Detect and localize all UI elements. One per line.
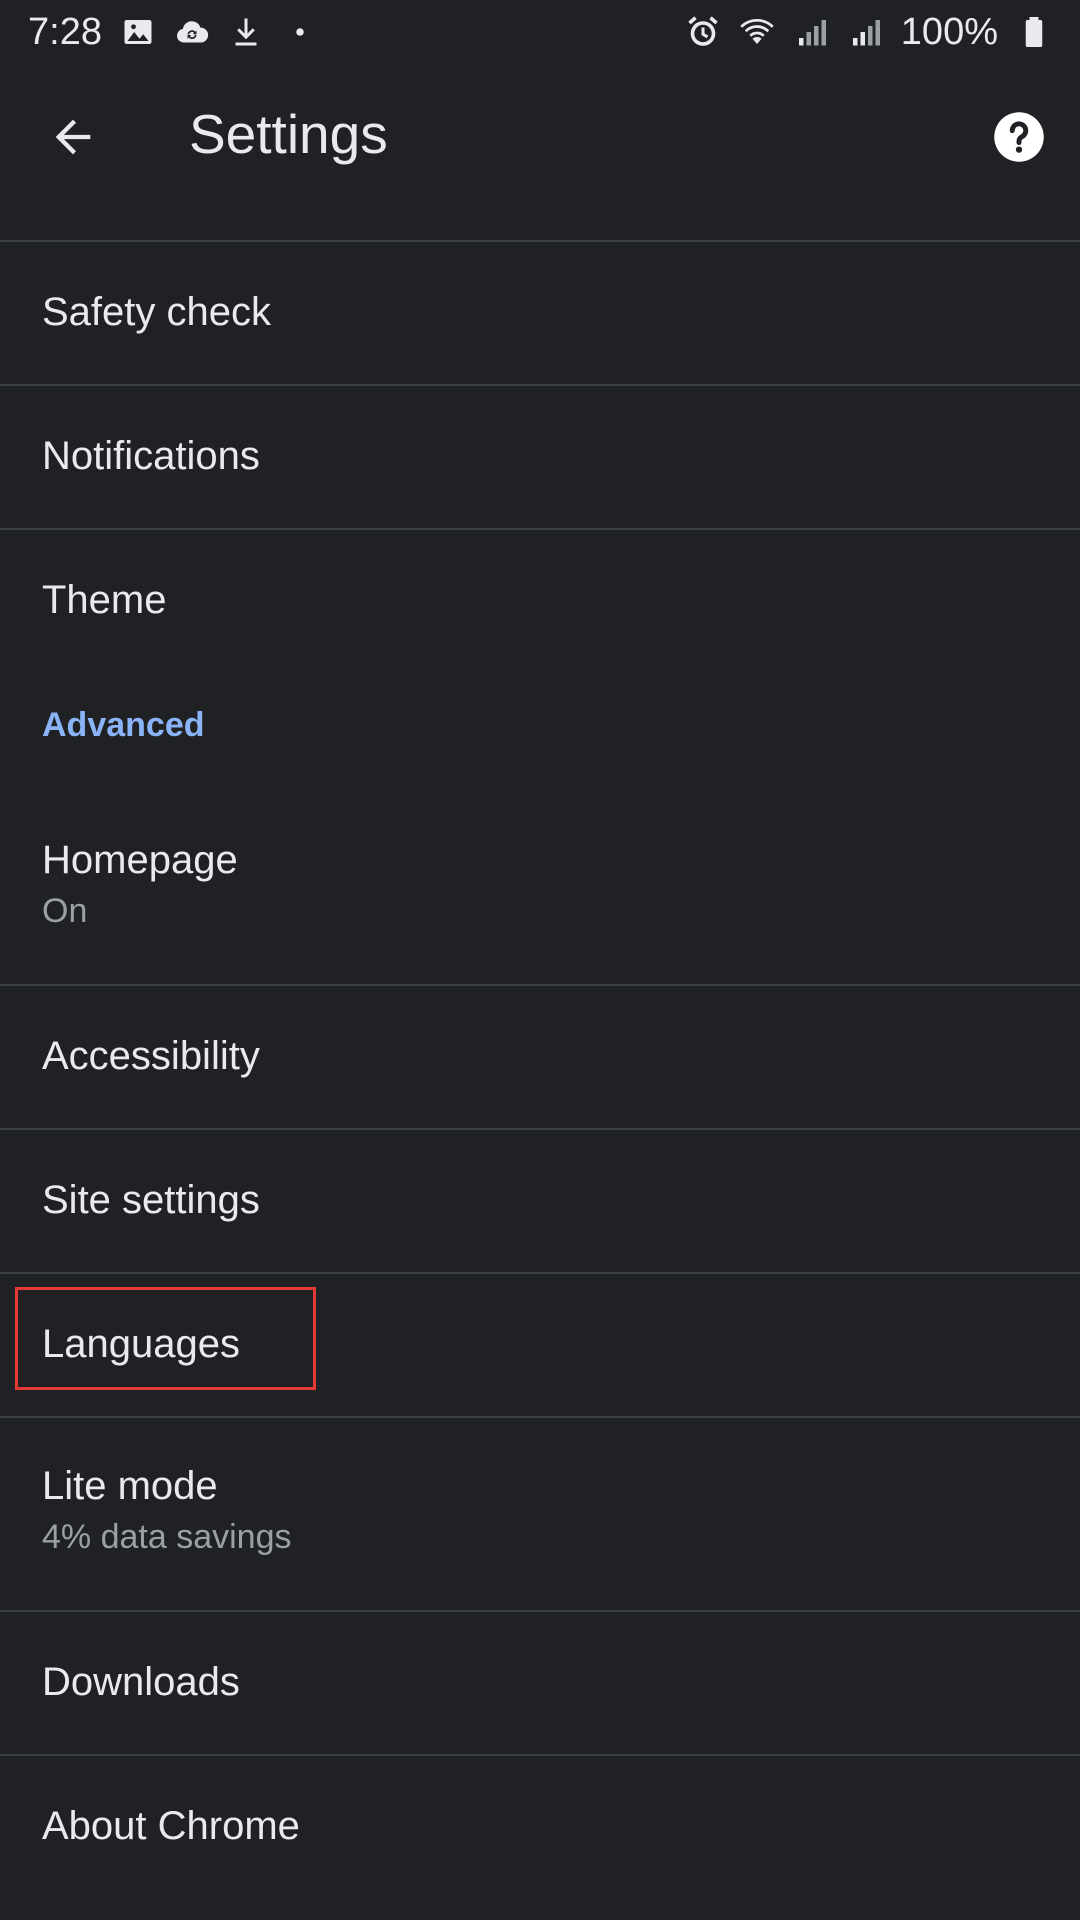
settings-item-label: Theme [42,578,167,622]
settings-item-notifications[interactable]: Notifications [0,386,1080,528]
settings-item-label: Safety check [42,290,272,334]
settings-item-lite-mode[interactable]: Lite mode 4% data savings [0,1418,1080,1610]
image-icon [120,14,156,50]
status-bar: 7:28 100% [0,0,1080,64]
signal-icon [793,14,829,50]
settings-item-label: Notifications [42,434,260,478]
settings-item-summary: On [42,892,88,930]
settings-item-label: Accessibility [42,1034,260,1078]
settings-item-homepage[interactable]: Homepage On [0,792,1080,984]
settings-item-label: Site settings [42,1178,260,1222]
settings-item-languages[interactable]: Languages [0,1274,1080,1416]
settings-item-about-chrome[interactable]: About Chrome [0,1756,1080,1898]
status-time: 7:28 [28,10,102,53]
section-header-label: Advanced [42,706,205,744]
back-button[interactable] [40,104,106,170]
help-button[interactable] [992,110,1046,164]
app-bar: Settings [0,64,1080,240]
download-icon [228,14,264,50]
battery-icon [1016,14,1052,50]
cloud-sync-icon [174,14,210,50]
help-icon [992,110,1046,164]
settings-item-safety-check[interactable]: Safety check [0,242,1080,384]
status-right: 100% [685,11,1052,54]
settings-item-label: About Chrome [42,1804,300,1848]
settings-item-downloads[interactable]: Downloads [0,1612,1080,1754]
settings-item-accessibility[interactable]: Accessibility [0,986,1080,1128]
page-title: Settings [189,103,388,165]
status-left: 7:28 [28,11,318,54]
settings-item-label: Homepage [42,838,238,882]
settings-list: Safety check Notifications Theme Advance… [0,240,1080,1898]
settings-item-label: Lite mode [42,1464,218,1508]
settings-item-site-settings[interactable]: Site settings [0,1130,1080,1272]
dot-icon [282,14,318,50]
wifi-icon [739,14,775,50]
signal-icon [847,14,883,50]
settings-item-label: Languages [42,1322,240,1366]
section-header-advanced: Advanced [0,672,1080,792]
settings-item-label: Downloads [42,1660,240,1704]
alarm-icon [685,14,721,50]
settings-item-theme[interactable]: Theme [0,530,1080,672]
battery-percent: 100% [900,10,998,53]
arrow-back-icon [47,111,99,163]
settings-item-summary: 4% data savings [42,1518,292,1556]
